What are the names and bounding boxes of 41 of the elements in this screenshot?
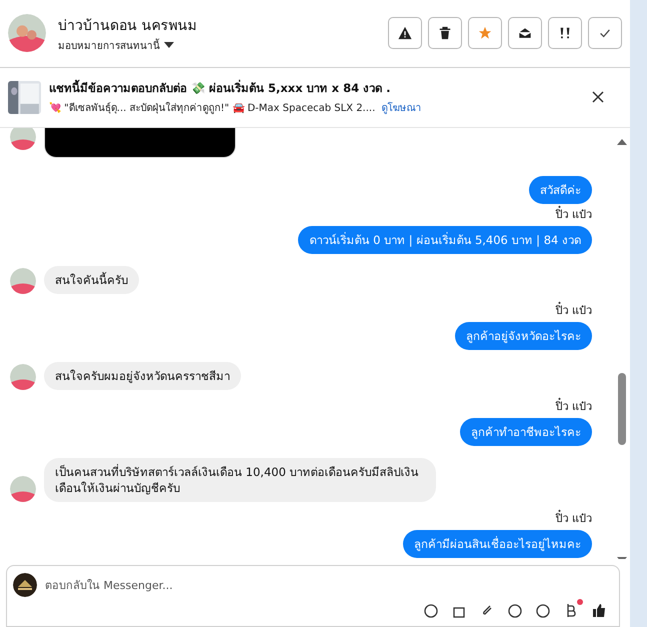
check-button[interactable] bbox=[588, 17, 622, 50]
contact-name: บ่าวบ้านดอน นครพนม bbox=[58, 16, 196, 36]
warning-button[interactable] bbox=[388, 17, 422, 50]
sent-message: สวัสดีค่ะ bbox=[529, 176, 592, 204]
sender-name: ปิ๋ว แป๋ว bbox=[556, 304, 592, 318]
view-ad-link[interactable]: ดูโฆษณา bbox=[381, 100, 422, 116]
received-message: เป็นคนสวนที่บริษัทสตาร์เวลล์เงินเดือน 10,400 บาทต่อเดือนครับมีสลิปเงินเดือนให้เงินผ่านบัญชีครับ bbox=[44, 458, 436, 502]
sent-message: ลูกค้าทำอาชีพอะไรคะ bbox=[460, 418, 592, 446]
sender-name: ปิ๋ว แป๋ว bbox=[556, 400, 592, 414]
caret-icon bbox=[164, 42, 174, 49]
reply-placeholder: ตอบกลับใน Messenger... bbox=[45, 578, 173, 594]
mail-button[interactable] bbox=[508, 17, 542, 50]
scrollbar-thumb[interactable] bbox=[618, 372, 626, 445]
mail-icon bbox=[518, 26, 532, 40]
avatar bbox=[10, 128, 36, 150]
star-button[interactable] bbox=[468, 17, 502, 50]
received-message: สนใจครับผมอยู่จังหวัดนครราชสีมา bbox=[44, 362, 241, 390]
warning-icon bbox=[398, 26, 412, 40]
sent-message: ดาวน์เริ่มต้น 0 บาท | ผ่อนเริ่มต้น 5,406 บาท | 84 งวด bbox=[298, 226, 592, 254]
received-message: สนใจคันนี้ครับ bbox=[44, 266, 139, 294]
ad-title: แชทนี้มีข้อความตอบกลับต่อ 💸 ผ่อนเริ่มต้น 5,xxx บาท x 84 งวด . bbox=[49, 79, 392, 98]
avatar bbox=[8, 14, 46, 52]
sent-message: ลูกค้าอยู่จังหวัดอะไรคะ bbox=[455, 322, 592, 350]
avatar bbox=[10, 268, 36, 294]
sent-message: ลูกค้ามีผ่อนสินเชื่ออะไรอยู่ไหมคะ bbox=[403, 530, 592, 558]
scroll-up-icon[interactable] bbox=[617, 138, 627, 146]
trash-icon bbox=[438, 26, 452, 40]
like-icon[interactable] bbox=[591, 602, 607, 618]
sender-name: ปิ๋ว แป๋ว bbox=[556, 208, 592, 222]
urgent-button[interactable] bbox=[548, 17, 582, 50]
trash-button[interactable] bbox=[428, 17, 462, 50]
page-avatar bbox=[13, 573, 37, 598]
close-icon[interactable] bbox=[592, 91, 604, 104]
avatar bbox=[10, 364, 36, 390]
assign-dropdown[interactable]: มอบหมายการสนทนานี้ bbox=[58, 38, 196, 53]
sender-name: ปิ๋ว แป๋ว bbox=[556, 512, 592, 526]
avatar bbox=[10, 476, 36, 502]
star-icon bbox=[478, 26, 492, 40]
reply-box[interactable]: ตอบกลับใน Messenger... bbox=[6, 565, 620, 627]
urgent-icon bbox=[558, 26, 572, 40]
ad-text: 💘 "ดีเซลพันธุ์ดุ... สะบัดฝุ่นใส่ทุกค่าดูถูก!" 🚘 D-Max Spacecab SLX 2.... bbox=[49, 101, 376, 116]
